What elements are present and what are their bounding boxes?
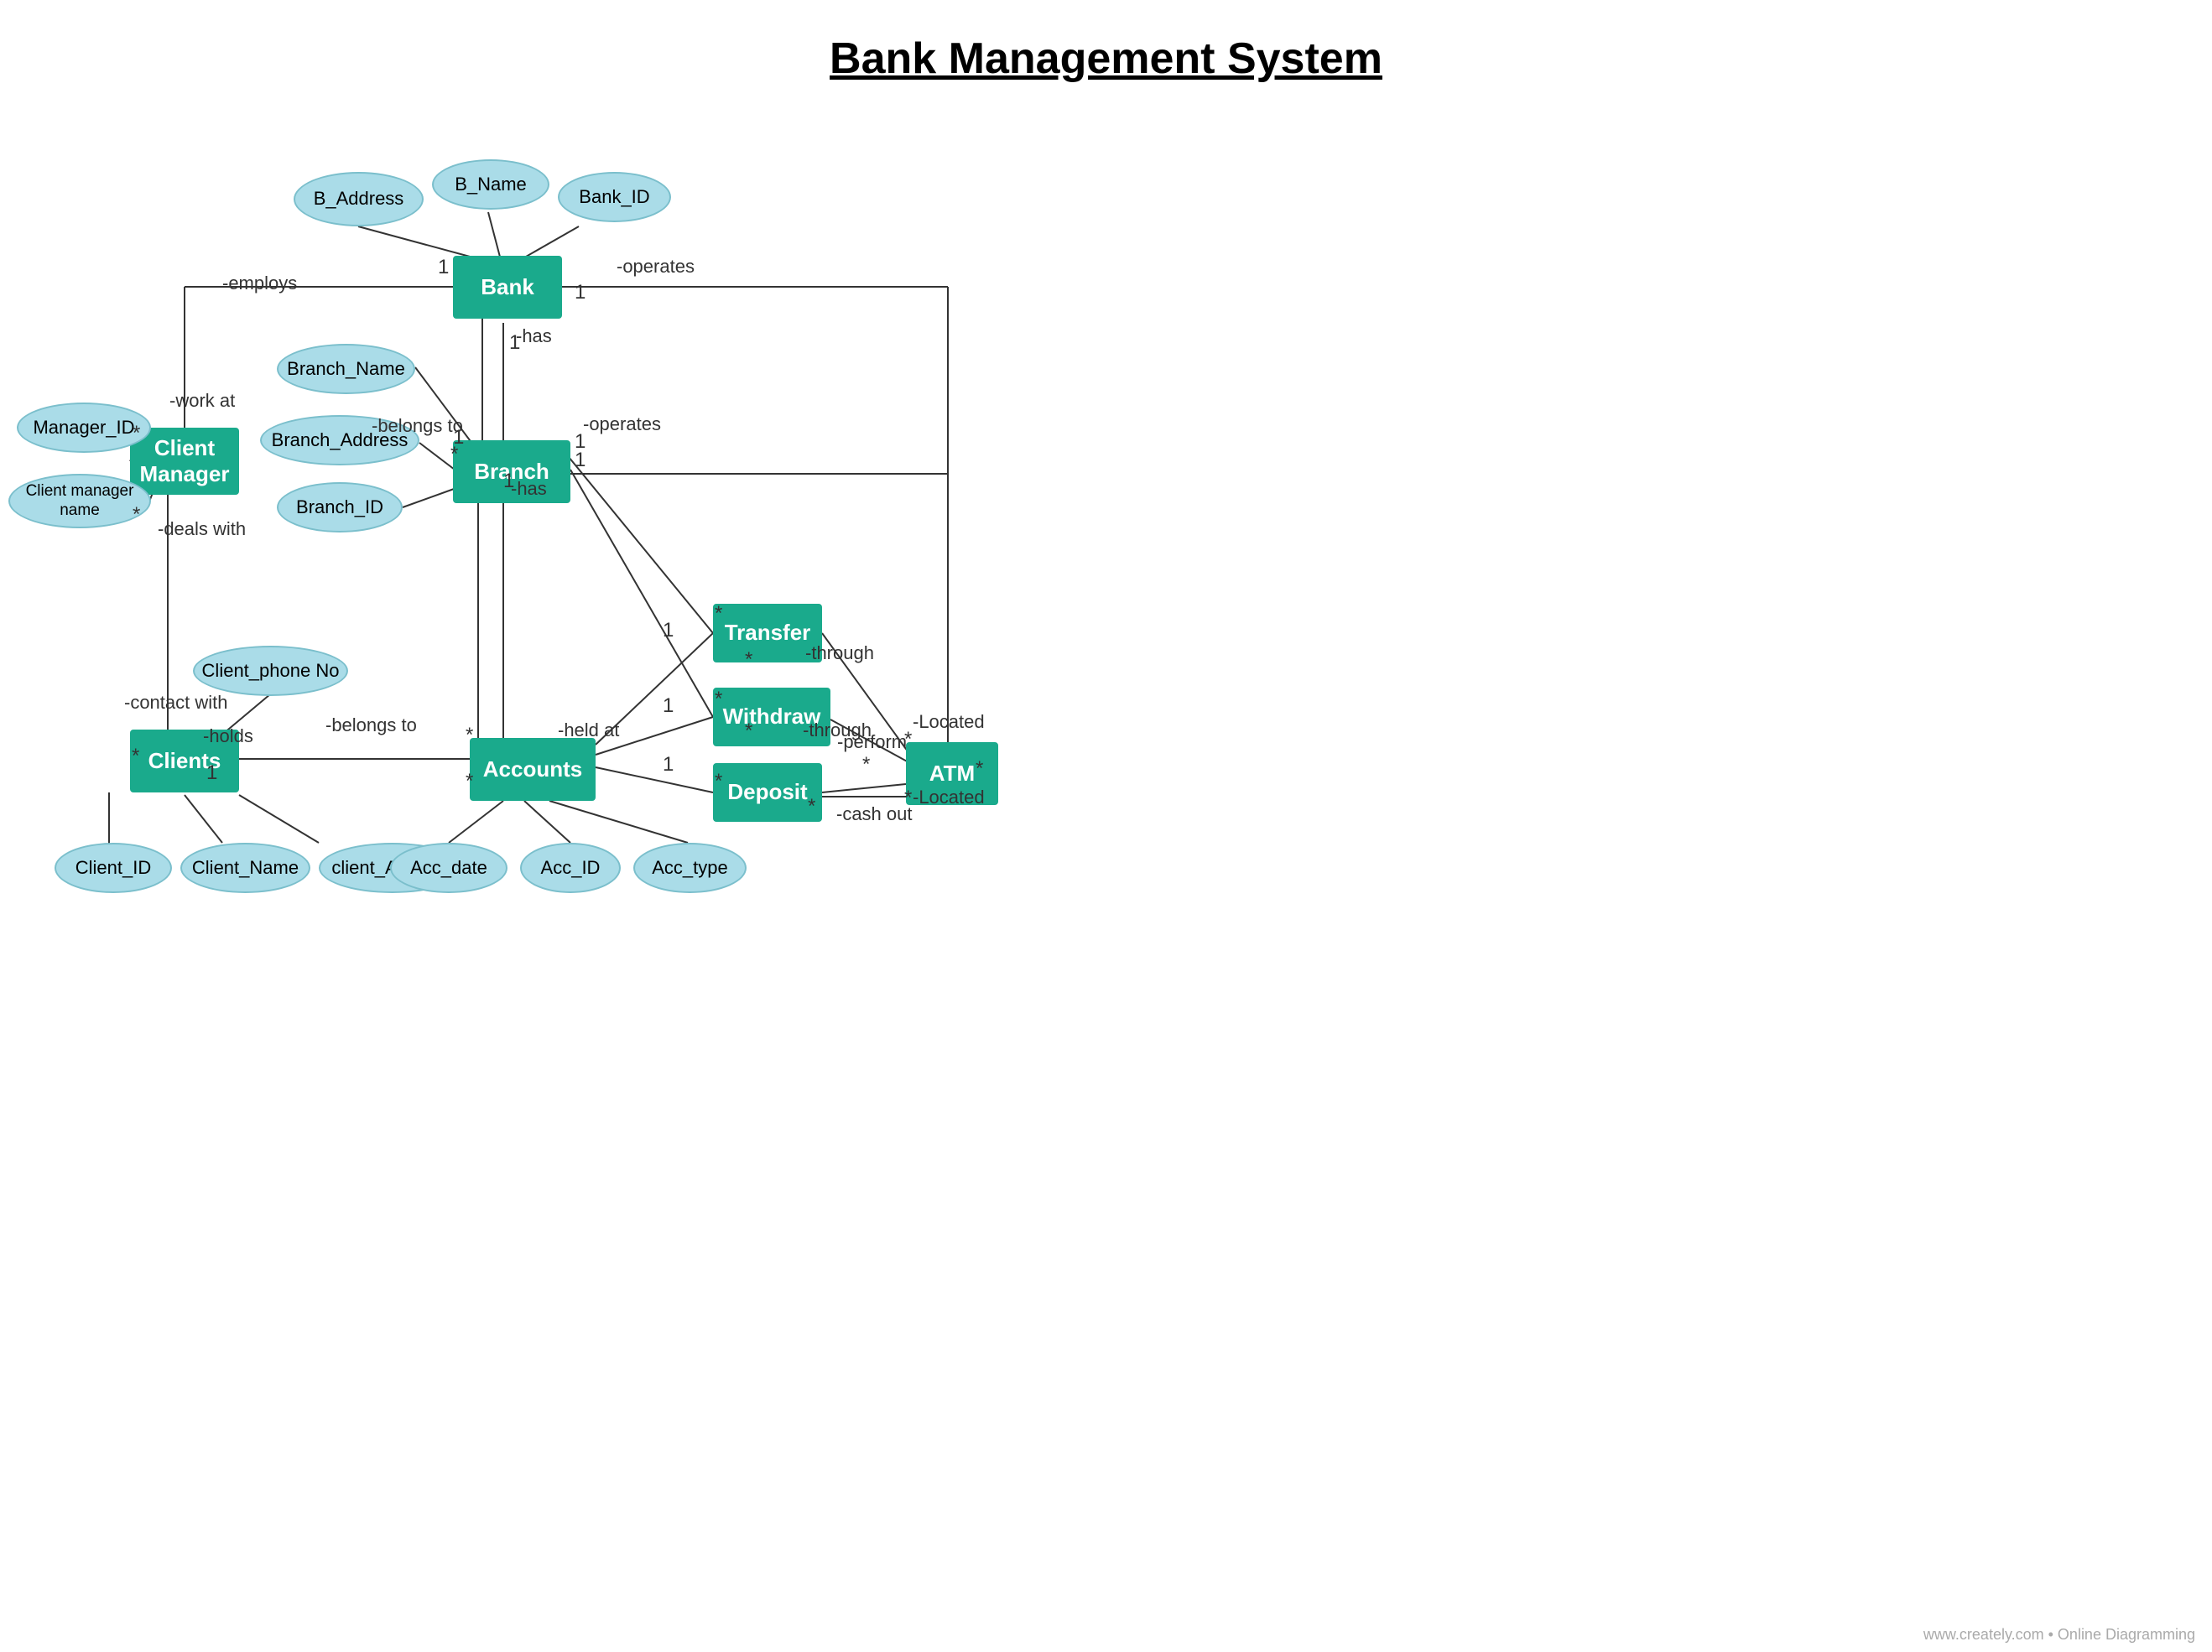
rel-belongs-to: -belongs to xyxy=(372,415,463,437)
card-clients-holds-star: * xyxy=(132,745,139,768)
rel-deals-with: -deals with xyxy=(158,518,246,540)
card-accounts-belongs-star: * xyxy=(466,724,473,747)
attr-branch-name: Branch_Name xyxy=(277,344,415,394)
attr-manager-id: Manager_ID xyxy=(17,403,151,453)
attr-bank-id: Bank_ID xyxy=(558,172,671,222)
card-atm-cash-star: * xyxy=(904,787,912,810)
attr-branch-id: Branch_ID xyxy=(277,482,403,532)
card-cm-work: * xyxy=(133,422,140,445)
attr-b-address: B_Address xyxy=(294,172,424,226)
entity-accounts: Accounts xyxy=(470,738,596,801)
rel-cash-out: -cash out xyxy=(836,803,913,825)
rel-held-at: -held at xyxy=(558,720,619,741)
card-atm-star-bottom: * xyxy=(976,757,983,781)
card-bank-employs: 1 xyxy=(438,256,449,279)
attr-b-name: B_Name xyxy=(432,159,549,210)
card-withdraw-through-star: * xyxy=(745,720,752,743)
rel-work-at: -work at xyxy=(169,390,235,412)
watermark: www.creately.com • Online Diagramming xyxy=(1923,1626,2195,1644)
card-atm-located-star: * xyxy=(904,728,912,751)
attr-acc-date: Acc_date xyxy=(390,843,507,893)
card-clients-holds-1: 1 xyxy=(206,761,217,785)
attr-client-name: Client_Name xyxy=(180,843,310,893)
card-cm-deals: * xyxy=(133,503,140,527)
page-title: Bank Management System xyxy=(0,0,2212,84)
attr-acc-id: Acc_ID xyxy=(520,843,621,893)
card-bank-operates: 1 xyxy=(575,281,586,304)
card-branch-has: 1 xyxy=(503,470,514,493)
card-atm-perform-star: * xyxy=(862,753,870,777)
attr-client-id: Client_ID xyxy=(55,843,172,893)
entity-bank: Bank xyxy=(453,256,562,319)
rel-holds: -holds xyxy=(203,725,253,747)
rel-perform: -perform xyxy=(837,731,907,753)
card-held-1: 1 xyxy=(663,753,674,777)
card-branch-belongs-star: * xyxy=(450,443,458,466)
rel-has-branch: -has xyxy=(516,325,552,347)
rel-belongs-to-branch: -belongs to xyxy=(325,714,417,736)
attr-acc-type: Acc_type xyxy=(633,843,747,893)
rel-located-bottom: -Located xyxy=(913,787,985,808)
rel-through-transfer: -through xyxy=(805,642,874,664)
card-branch-op2: 1 xyxy=(575,449,586,472)
rel-employs: -employs xyxy=(222,273,297,294)
entity-client-manager: ClientManager xyxy=(130,428,239,495)
card-transfer-through-star: * xyxy=(745,648,752,672)
rel-contact-with: -contact with xyxy=(124,692,228,714)
rel-branch-has: -has xyxy=(511,478,547,500)
card-withdraw-star: * xyxy=(715,688,722,711)
card-deposit-star: * xyxy=(715,770,722,793)
rel-operates-branch: -operates xyxy=(583,413,661,435)
card-deposit-atm-star: * xyxy=(808,795,815,818)
attr-client-phone: Client_phone No xyxy=(193,646,348,696)
entity-deposit: Deposit xyxy=(713,763,822,822)
card-transfer-star: * xyxy=(715,602,722,626)
card-withdraw-1: 1 xyxy=(663,694,674,718)
card-transfer-1: 1 xyxy=(663,619,674,642)
rel-located-top: -Located xyxy=(913,711,985,733)
card-accounts-star: * xyxy=(466,770,473,793)
attr-client-manager-name: Client managername xyxy=(8,474,151,528)
rel-operates-atm: -operates xyxy=(617,256,695,278)
